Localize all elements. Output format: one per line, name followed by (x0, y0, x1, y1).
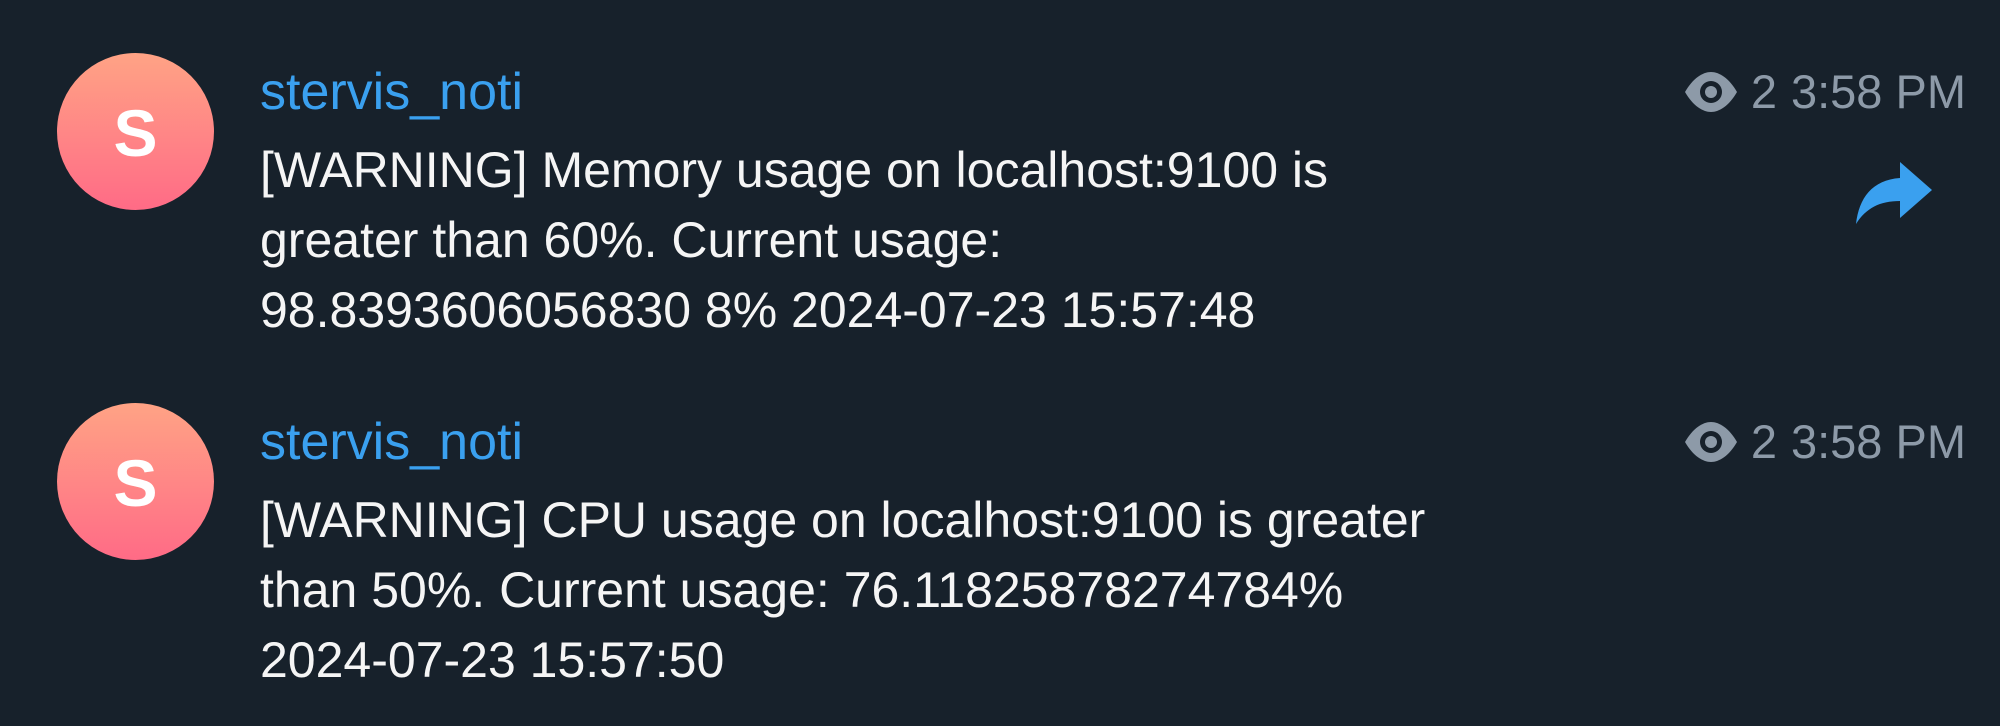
eye-icon (1684, 422, 1737, 462)
message-item[interactable]: S stervis_noti [WARNING] Memory usage on… (0, 0, 2000, 338)
sender-name[interactable]: stervis_noti (260, 56, 523, 128)
message-feed: S stervis_noti [WARNING] Memory usage on… (0, 0, 2000, 726)
avatar[interactable]: S (57, 53, 214, 210)
message-time: 3:58 PM (1790, 415, 1966, 468)
message-meta: 2 3:58 PM (1683, 412, 1966, 472)
message-text: [WARNING] Memory usage on localhost:9100… (260, 142, 1329, 338)
avatar-initial: S (113, 95, 158, 170)
message-meta: 2 3:58 PM (1683, 62, 1966, 122)
message-time: 3:58 PM (1790, 65, 1966, 118)
view-count: 2 (1750, 65, 1777, 118)
avatar[interactable]: S (57, 403, 214, 560)
message-item[interactable]: S stervis_noti [WARNING] CPU usage on lo… (0, 350, 2000, 688)
view-count: 2 (1750, 415, 1777, 468)
forward-arrow-icon[interactable] (1852, 158, 1934, 228)
avatar-initial: S (113, 445, 158, 520)
eye-icon (1684, 72, 1737, 112)
sender-name[interactable]: stervis_noti (260, 406, 523, 478)
message-text: [WARNING] CPU usage on localhost:9100 is… (260, 492, 1426, 688)
